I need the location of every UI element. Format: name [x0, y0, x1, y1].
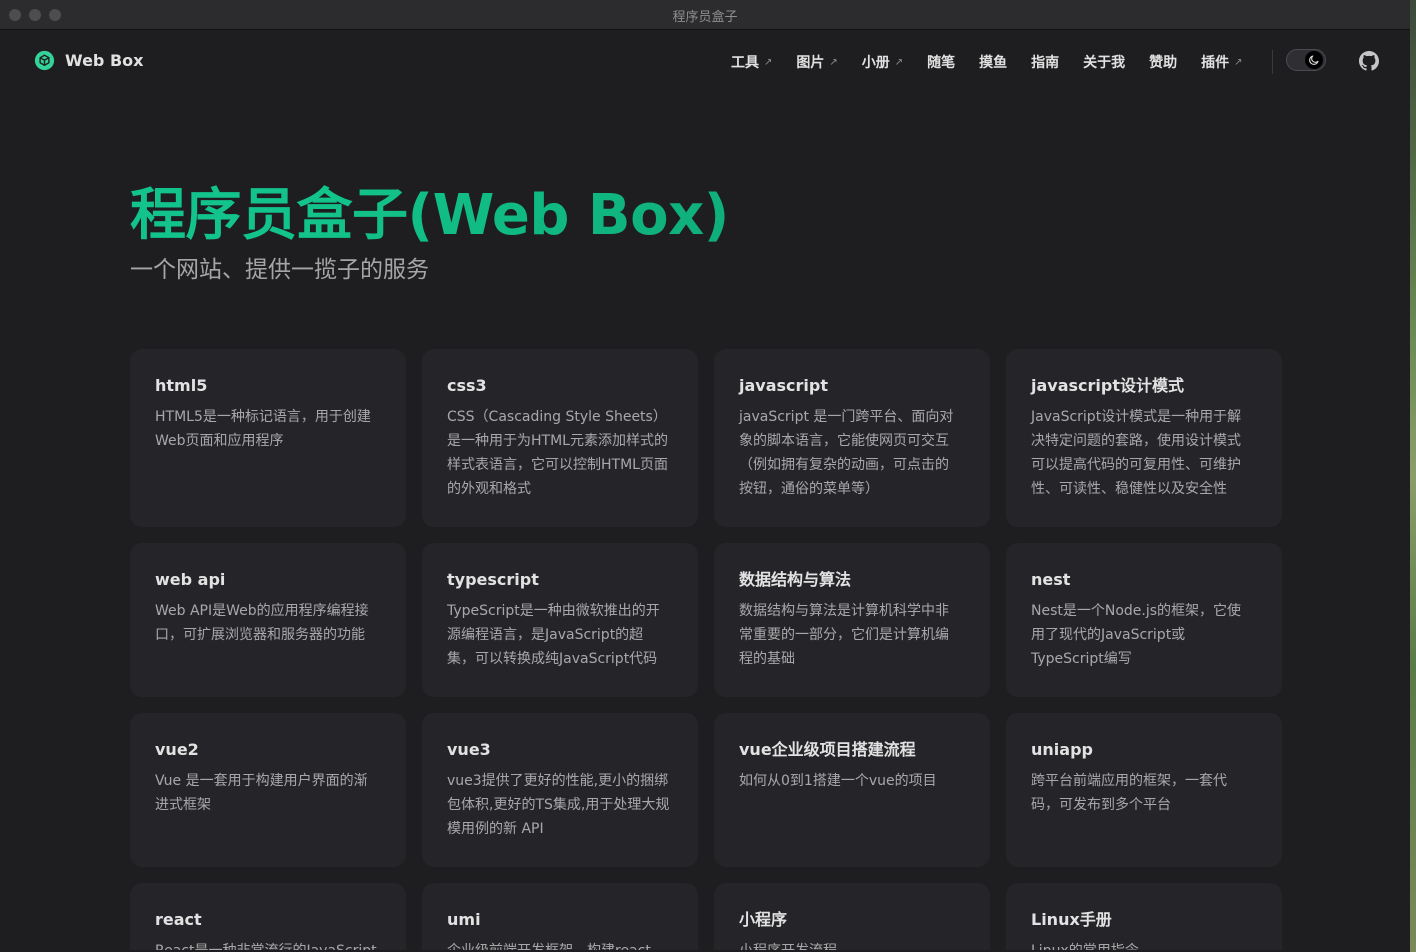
hero-subtitle: 一个网站、提供一揽子的服务 [130, 257, 429, 283]
nav-item-booklet[interactable]: 小册 ↗ [862, 52, 903, 72]
nav-item-plugins[interactable]: 插件 ↗ [1201, 52, 1242, 72]
nav-divider [1272, 50, 1273, 74]
card-title: typescript [447, 570, 539, 589]
feature-grid: html5 HTML5是一种标记语言，用于创建Web页面和应用程序 css3 CSS… [130, 349, 1282, 950]
brand-link[interactable]: Web Box [34, 50, 143, 71]
card-description: Web API是Web的应用程序编程接口，可扩展浏览器和服务器的功能 [155, 603, 369, 643]
card-title: Linux手册 [1031, 910, 1112, 929]
card-nest[interactable]: nest Nest是一个Node.js的框架，它使用了现代的JavaScript或… [1006, 543, 1282, 697]
card-vue2[interactable]: vue2 Vue 是一套用于构建用户界面的渐进式框架 [130, 713, 406, 867]
box-logo-icon [34, 50, 55, 71]
moon-icon [1309, 55, 1319, 65]
card-title: vue企业级项目搭建流程 [739, 740, 916, 759]
brand-name: Web Box [65, 51, 144, 70]
card-javascript[interactable]: javascript javaScript 是一门跨平台、面向对象的脚本语言，它能… [714, 349, 990, 527]
card-description: 数据结构与算法是计算机科学中非常重要的一部分，它们是计算机编程的基础 [739, 603, 949, 667]
card-css3[interactable]: css3 CSS（Cascading Style Sheets）是一种用于为HTM… [422, 349, 698, 527]
window-title: 程序员盒子 [672, 10, 738, 25]
browser-window: 程序员盒子 Web Box 工具 ↗ 图片 ↗ 小册 ↗ 随笔 摸鱼 指南 关于我 赞… [0, 0, 1411, 950]
card-title: umi [447, 910, 481, 929]
nav-item-guide[interactable]: 指南 [1031, 52, 1059, 72]
card-description: Linux的常用指令 [1031, 939, 1258, 950]
card-description: 跨平台前端应用的框架，一套代码，可发布到多个平台 [1031, 773, 1227, 813]
nav-item-label: 工具 [731, 55, 759, 71]
nav-item-label: 赞助 [1149, 55, 1178, 71]
nav-item-images[interactable]: 图片 ↗ [796, 52, 837, 72]
card-vue3[interactable]: vue3 vue3提供了更好的性能,更小的捆绑包体积,更好的TS集成,用于处理大规… [422, 713, 698, 867]
card-html5[interactable]: html5 HTML5是一种标记语言，用于创建Web页面和应用程序 [130, 349, 406, 527]
card-description: React是一种非常流行的JavaScript [155, 939, 382, 950]
hero-title: 程序员盒子(Web Box) [130, 170, 729, 251]
card-title: 小程序 [739, 910, 788, 929]
card-title: html5 [155, 376, 208, 395]
card-description: HTML5是一种标记语言，用于创建Web页面和应用程序 [155, 409, 371, 449]
card-description: Vue 是一套用于构建用户界面的渐进式框架 [155, 773, 368, 813]
card-title: react [155, 910, 202, 929]
external-link-icon: ↗ [894, 56, 904, 68]
card-title: javascript设计模式 [1031, 376, 1184, 395]
nav-item-label: 指南 [1031, 55, 1060, 71]
card-web-api[interactable]: web api Web API是Web的应用程序编程接口，可扩展浏览器和服务器的功… [130, 543, 406, 697]
top-navbar: Web Box 工具 ↗ 图片 ↗ 小册 ↗ 随笔 摸鱼 指南 关于我 赞助 插件 ↗ [0, 30, 1410, 92]
card-typescript[interactable]: typescript TypeScript是一种由微软推出的开源编程语言，是Jav… [422, 543, 698, 697]
card-linux[interactable]: Linux手册 Linux的常用指令 [1006, 883, 1282, 950]
card-react[interactable]: react React是一种非常流行的JavaScript [130, 883, 406, 950]
nav-item-about[interactable]: 关于我 [1083, 52, 1125, 72]
nav-menu: 工具 ↗ 图片 ↗ 小册 ↗ 随笔 摸鱼 指南 关于我 赞助 插件 ↗ [731, 52, 1267, 72]
card-description: JavaScript设计模式是一种用于解决特定问题的套路，使用设计模式可以提高代… [1031, 409, 1242, 497]
card-description: 企业级前端开发框架，构建react [447, 939, 674, 950]
card-js-design-patterns[interactable]: javascript设计模式 JavaScript设计模式是一种用于解决特定问题的… [1006, 349, 1282, 527]
nav-item-moyu[interactable]: 摸鱼 [979, 52, 1007, 72]
card-description: vue3提供了更好的性能,更小的捆绑包体积,更好的TS集成,用于处理大规模用例的… [447, 773, 670, 837]
card-title: css3 [447, 376, 487, 395]
desktop-background-edge [1410, 0, 1416, 952]
card-title: web api [155, 570, 226, 589]
card-title: javascript [739, 376, 828, 395]
card-title: nest [1031, 570, 1071, 589]
window-titlebar: 程序员盒子 [0, 0, 1410, 30]
nav-item-label: 小册 [861, 55, 890, 71]
nav-item-label: 摸鱼 [979, 55, 1008, 71]
card-title: vue2 [155, 740, 199, 759]
card-vue-enterprise[interactable]: vue企业级项目搭建流程如何从0到1搭建一个vue的项目 [714, 713, 990, 867]
card-description: javaScript 是一门跨平台、面向对象的脚本语言，它能使网页可交互（例如拥… [739, 409, 954, 497]
nav-item-tools[interactable]: 工具 ↗ [731, 52, 772, 72]
card-description: TypeScript是一种由微软推出的开源编程语言，是JavaScript的超集… [447, 603, 660, 667]
card-data-structures[interactable]: 数据结构与算法数据结构与算法是计算机科学中非常重要的一部分，它们是计算机编程的基… [714, 543, 990, 697]
card-miniprogram[interactable]: 小程序小程序开发流程 [714, 883, 990, 950]
github-icon[interactable] [1359, 51, 1379, 71]
card-description: Nest是一个Node.js的框架，它使用了现代的JavaScript或Type… [1031, 603, 1242, 667]
nav-item-label: 插件 [1201, 55, 1230, 71]
dark-mode-toggle[interactable] [1286, 49, 1326, 71]
external-link-icon: ↗ [1234, 56, 1243, 68]
card-description: CSS（Cascading Style Sheets）是一种用于为HTML元素添… [447, 409, 668, 497]
card-uniapp[interactable]: uniapp 跨平台前端应用的框架，一套代码，可发布到多个平台 [1006, 713, 1282, 867]
nav-item-label: 随笔 [927, 55, 956, 71]
nav-item-label: 图片 [796, 55, 825, 71]
external-link-icon: ↗ [829, 56, 838, 68]
nav-item-essays[interactable]: 随笔 [927, 52, 955, 72]
card-title: 数据结构与算法 [739, 570, 852, 589]
card-title: uniapp [1031, 740, 1093, 759]
external-link-icon: ↗ [764, 56, 773, 68]
toggle-knob [1305, 51, 1323, 69]
nav-item-sponsor[interactable]: 赞助 [1149, 52, 1177, 72]
card-umi[interactable]: umi 企业级前端开发框架，构建react [422, 883, 698, 950]
card-description: 小程序开发流程 [739, 939, 966, 950]
card-description: 如何从0到1搭建一个vue的项目 [739, 773, 937, 789]
card-title: vue3 [447, 740, 491, 759]
nav-item-label: 关于我 [1083, 55, 1126, 71]
